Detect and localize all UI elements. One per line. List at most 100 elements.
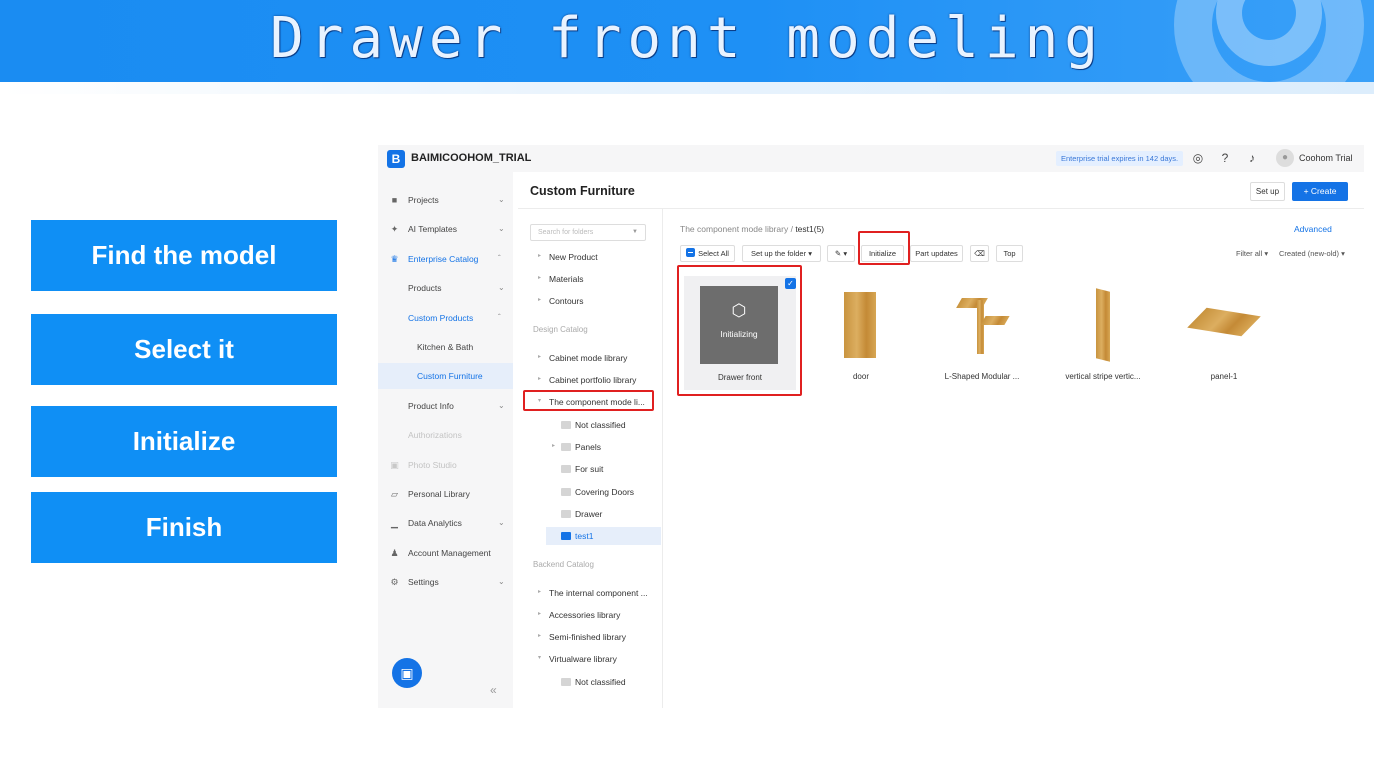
- tree-item-accessories-library[interactable]: ▸ Accessories library: [518, 606, 663, 624]
- sidebar-item-settings[interactable]: ⚙ Settings ⌄: [378, 569, 513, 595]
- card-name: L-Shaped Modular ...: [944, 372, 1020, 381]
- sidebar-item-enterprise-catalog[interactable]: ♛ Enterprise Catalog ˆ: [378, 246, 513, 272]
- sidebar-item-photo-studio[interactable]: ▣ Photo Studio: [378, 452, 513, 478]
- tree-item-semi-finished-library[interactable]: ▸ Semi-finished library: [518, 628, 663, 646]
- tree-item-drawer[interactable]: Drawer: [518, 505, 663, 523]
- backend-catalog-heading: Backend Catalog: [533, 560, 594, 569]
- gear-icon: ⚙: [390, 577, 399, 587]
- tree-item-cabinet-mode-library[interactable]: ▸ Cabinet mode library: [518, 349, 663, 367]
- card-name: door: [852, 372, 869, 381]
- part-updates-button[interactable]: Part updates: [910, 245, 963, 262]
- tree-item-label: Panels: [575, 442, 601, 452]
- banner-title: Drawer front modeling: [269, 6, 1104, 71]
- tree-item-virtualware-library[interactable]: ▾ Virtualware library: [518, 650, 663, 668]
- tree-item-contours[interactable]: ▸ Contours: [518, 292, 663, 310]
- breadcrumb-root[interactable]: The component mode library: [680, 224, 788, 234]
- sidebar-item-account-management[interactable]: ♟ Account Management: [378, 540, 513, 566]
- avatar[interactable]: ●: [1276, 149, 1294, 167]
- product-card-door[interactable]: door: [822, 286, 900, 381]
- sidebar-item-product-info[interactable]: Product Info ⌄: [378, 393, 513, 419]
- tree-item-label: Drawer: [575, 509, 603, 519]
- select-all-button[interactable]: Select All: [680, 245, 735, 262]
- product-card-l-shaped-modular[interactable]: L-Shaped Modular ...: [943, 286, 1021, 381]
- top-button[interactable]: Top: [996, 245, 1023, 262]
- caret-right-icon: ▸: [538, 297, 542, 303]
- caret-down-icon: ▾: [808, 249, 812, 258]
- tree-item-new-product[interactable]: ▸ New Product: [518, 248, 663, 266]
- sidebar-item-custom-furniture[interactable]: Custom Furniture: [378, 363, 513, 389]
- folder-icon: ■: [391, 195, 398, 205]
- help-icon[interactable]: ?: [1218, 151, 1232, 165]
- folder-icon: [561, 678, 571, 686]
- highlight-component-library: [523, 390, 654, 411]
- filter-all-label: Filter all: [1236, 249, 1263, 258]
- tree-item-materials[interactable]: ▸ Materials: [518, 270, 663, 288]
- user-name[interactable]: Coohom Trial: [1299, 153, 1353, 163]
- caret-right-icon: ▸: [538, 589, 542, 595]
- header-banner: Drawer front modeling: [0, 0, 1374, 82]
- create-button[interactable]: + Create: [1292, 182, 1348, 201]
- product-card-panel-1[interactable]: panel-1: [1185, 286, 1263, 381]
- tree-item-cabinet-portfolio-library[interactable]: ▸ Cabinet portfolio library: [518, 371, 663, 389]
- setup-button[interactable]: Set up: [1250, 182, 1285, 201]
- search-placeholder: Search for folders: [538, 229, 594, 236]
- sidebar-item-label: Kitchen & Bath: [417, 342, 474, 352]
- page-title: Custom Furniture: [530, 184, 635, 198]
- caret-right-icon: ▸: [538, 611, 542, 617]
- sidebar-item-personal-library[interactable]: ▱ Personal Library: [378, 481, 513, 507]
- brand-name: BAIMICOOHOM_TRIAL: [411, 152, 532, 164]
- trash-button[interactable]: ⌫: [970, 245, 989, 262]
- trash-icon: ⌫: [974, 249, 985, 258]
- chevron-down-icon: ⌄: [498, 518, 505, 527]
- tree-item-test1[interactable]: test1: [546, 527, 661, 545]
- tree-item-panels[interactable]: ▸ Panels: [518, 438, 663, 456]
- cube-icon: ▱: [391, 489, 398, 499]
- tree-item-label: Cabinet portfolio library: [549, 375, 637, 385]
- sidebar-item-products[interactable]: Products ⌄: [378, 275, 513, 301]
- filter-all-dropdown[interactable]: Filter all ▾: [1236, 249, 1268, 258]
- edit-dropdown[interactable]: ✎ ▾: [827, 245, 855, 262]
- tree-item-not-classified[interactable]: Not classified: [518, 416, 663, 434]
- sort-dropdown[interactable]: Created (new-old) ▾: [1279, 249, 1345, 258]
- sidebar-item-ai-templates[interactable]: ✦ AI Templates ⌄: [378, 216, 513, 242]
- set-up-folder-dropdown[interactable]: Set up the folder ▾: [742, 245, 821, 262]
- sidebar-item-label: Personal Library: [408, 489, 470, 499]
- tree-item-label: Covering Doors: [575, 487, 635, 497]
- advanced-link[interactable]: Advanced: [1294, 224, 1332, 234]
- sidebar-item-data-analytics[interactable]: ▁ Data Analytics ⌄: [378, 510, 513, 536]
- chevron-down-icon: ⌄: [498, 283, 505, 292]
- tree-item-covering-doors[interactable]: Covering Doors: [518, 483, 663, 501]
- trial-notice[interactable]: Enterprise trial expires in 142 days.: [1056, 151, 1184, 166]
- sidebar-item-projects[interactable]: ■ Projects ⌄: [378, 187, 513, 213]
- flat-panel-image: [1187, 307, 1261, 337]
- sidebar-item-custom-products[interactable]: Custom Products ˆ: [378, 305, 513, 331]
- tree-item-not-classified-backend[interactable]: Not classified: [518, 673, 663, 691]
- folder-search-input[interactable]: Search for folders ▼: [530, 224, 646, 241]
- sidebar-item-label: Authorizations: [408, 430, 462, 440]
- caret-right-icon: ▸: [538, 253, 542, 259]
- set-up-folder-label: Set up the folder: [751, 249, 807, 258]
- sidebar-item-authorizations[interactable]: Authorizations: [378, 422, 513, 448]
- sidebar-item-label: Custom Furniture: [417, 371, 483, 381]
- tree-item-internal-component[interactable]: ▸ The internal component ...: [518, 584, 663, 602]
- step-find-the-model: Find the model: [31, 220, 337, 291]
- caret-right-icon: ▸: [538, 376, 542, 382]
- card-thumbnail: [1185, 286, 1263, 364]
- door-panel-image: [844, 292, 876, 358]
- product-card-vertical-stripe[interactable]: vertical stripe vertic...: [1064, 286, 1142, 381]
- tree-item-label: test1: [575, 531, 594, 541]
- collapse-sidebar-icon[interactable]: «: [490, 683, 497, 697]
- card-name: panel-1: [1210, 372, 1238, 381]
- sidebar-item-kitchen-bath[interactable]: Kitchen & Bath: [378, 334, 513, 360]
- brand-logo[interactable]: B: [387, 150, 405, 168]
- tree-item-label: Semi-finished library: [549, 632, 626, 642]
- globe-icon[interactable]: ◎: [1191, 151, 1205, 165]
- sidebar-item-label: Photo Studio: [408, 460, 457, 470]
- sort-label: Created (new-old): [1279, 249, 1340, 258]
- l-shape-side-image: [977, 300, 984, 354]
- bell-icon[interactable]: ♪: [1245, 151, 1259, 165]
- sparkle-icon: ✦: [390, 224, 399, 234]
- tree-item-for-suit[interactable]: For suit: [518, 460, 663, 478]
- tree-item-label: Materials: [549, 274, 584, 284]
- chat-support-button[interactable]: ▣: [392, 658, 422, 688]
